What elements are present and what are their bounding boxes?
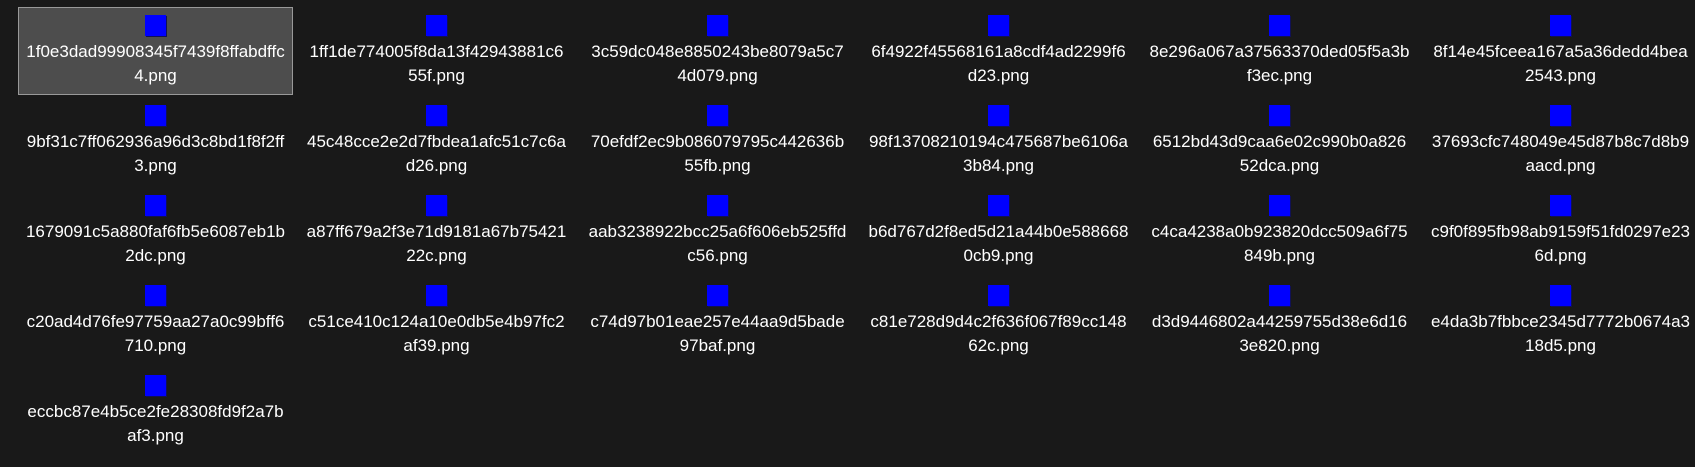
file-name: c20ad4d76fe97759aa27a0c99bff6710.png [26, 312, 285, 355]
file-name: 1679091c5a880faf6fb5e6087eb1b2dc.png [25, 222, 286, 265]
image-thumbnail-icon [145, 105, 166, 126]
image-thumbnail-icon [988, 195, 1009, 216]
file-name: c51ce410c124a10e0db5e4b97fc2af39.png [308, 312, 565, 355]
file-item[interactable]: 1679091c5a880faf6fb5e6087eb1b2dc.png [18, 187, 293, 275]
image-thumbnail-icon [707, 195, 728, 216]
file-item[interactable]: 6512bd43d9caa6e02c990b0a82652dca.png [1142, 97, 1417, 185]
image-thumbnail-icon [988, 15, 1009, 36]
file-item[interactable]: c4ca4238a0b923820dcc509a6f75849b.png [1142, 187, 1417, 275]
file-name: a87ff679a2f3e71d9181a67b7542122c.png [306, 222, 567, 265]
file-name: 6512bd43d9caa6e02c990b0a82652dca.png [1152, 132, 1407, 175]
file-name: 9bf31c7ff062936a96d3c8bd1f8f2ff3.png [26, 132, 285, 175]
file-name: c81e728d9d4c2f636f067f89cc14862c.png [870, 312, 1127, 355]
file-name: 1ff1de774005f8da13f42943881c655f.png [309, 42, 564, 85]
image-thumbnail-icon [426, 15, 447, 36]
file-name: 8e296a067a37563370ded05f5a3bf3ec.png [1149, 42, 1410, 85]
file-item[interactable]: a87ff679a2f3e71d9181a67b7542122c.png [299, 187, 574, 275]
image-thumbnail-icon [1269, 195, 1290, 216]
file-item[interactable]: 98f13708210194c475687be6106a3b84.png [861, 97, 1136, 185]
file-item[interactable]: 70efdf2ec9b086079795c442636b55fb.png [580, 97, 855, 185]
image-thumbnail-icon [426, 105, 447, 126]
file-item[interactable]: 37693cfc748049e45d87b8c7d8b9aacd.png [1423, 97, 1695, 185]
file-item[interactable]: c20ad4d76fe97759aa27a0c99bff6710.png [18, 277, 293, 365]
image-thumbnail-icon [145, 285, 166, 306]
file-name: b6d767d2f8ed5d21a44b0e5886680cb9.png [868, 222, 1129, 265]
file-item[interactable]: 45c48cce2e2d7fbdea1afc51c7c6ad26.png [299, 97, 574, 185]
file-item[interactable]: 9bf31c7ff062936a96d3c8bd1f8f2ff3.png [18, 97, 293, 185]
image-thumbnail-icon [1550, 105, 1571, 126]
image-thumbnail-icon [426, 195, 447, 216]
file-name: 37693cfc748049e45d87b8c7d8b9aacd.png [1431, 132, 1690, 175]
image-thumbnail-icon [707, 105, 728, 126]
file-name: c9f0f895fb98ab9159f51fd0297e236d.png [1430, 222, 1691, 265]
file-item[interactable]: c9f0f895fb98ab9159f51fd0297e236d.png [1423, 187, 1695, 275]
file-name: 3c59dc048e8850243be8079a5c74d079.png [591, 42, 844, 85]
file-item[interactable]: e4da3b7fbbce2345d7772b0674a318d5.png [1423, 277, 1695, 365]
file-name: d3d9446802a44259755d38e6d163e820.png [1151, 312, 1408, 355]
image-thumbnail-icon [707, 285, 728, 306]
file-item[interactable]: c51ce410c124a10e0db5e4b97fc2af39.png [299, 277, 574, 365]
image-thumbnail-icon [145, 375, 166, 396]
file-item[interactable]: d3d9446802a44259755d38e6d163e820.png [1142, 277, 1417, 365]
file-name: eccbc87e4b5ce2fe28308fd9f2a7baf3.png [27, 402, 284, 445]
image-thumbnail-icon [426, 285, 447, 306]
file-item[interactable]: b6d767d2f8ed5d21a44b0e5886680cb9.png [861, 187, 1136, 275]
file-name: e4da3b7fbbce2345d7772b0674a318d5.png [1430, 312, 1691, 355]
file-name: 70efdf2ec9b086079795c442636b55fb.png [590, 132, 845, 175]
image-thumbnail-icon [1550, 285, 1571, 306]
image-thumbnail-icon [707, 15, 728, 36]
file-name: c74d97b01eae257e44aa9d5bade97baf.png [590, 312, 845, 355]
image-thumbnail-icon [988, 285, 1009, 306]
file-name: 6f4922f45568161a8cdf4ad2299f6d23.png [871, 42, 1126, 85]
file-name: c4ca4238a0b923820dcc509a6f75849b.png [1151, 222, 1408, 265]
image-thumbnail-icon [1269, 285, 1290, 306]
file-name: 98f13708210194c475687be6106a3b84.png [868, 132, 1129, 175]
file-name: 1f0e3dad99908345f7439f8ffabdffc4.png [26, 42, 285, 85]
file-item[interactable]: 1f0e3dad99908345f7439f8ffabdffc4.png [18, 7, 293, 95]
image-thumbnail-icon [988, 105, 1009, 126]
file-item[interactable]: 6f4922f45568161a8cdf4ad2299f6d23.png [861, 7, 1136, 95]
image-thumbnail-icon [1269, 105, 1290, 126]
file-name: 45c48cce2e2d7fbdea1afc51c7c6ad26.png [307, 132, 566, 175]
file-item[interactable]: 8e296a067a37563370ded05f5a3bf3ec.png [1142, 7, 1417, 95]
image-thumbnail-icon [1269, 15, 1290, 36]
file-item[interactable]: aab3238922bcc25a6f606eb525ffdc56.png [580, 187, 855, 275]
file-item[interactable]: 1ff1de774005f8da13f42943881c655f.png [299, 7, 574, 95]
image-thumbnail-icon [145, 195, 166, 216]
file-item[interactable]: eccbc87e4b5ce2fe28308fd9f2a7baf3.png [18, 367, 293, 455]
file-item[interactable]: 3c59dc048e8850243be8079a5c74d079.png [580, 7, 855, 95]
image-thumbnail-icon [1550, 15, 1571, 36]
file-grid: 1f0e3dad99908345f7439f8ffabdffc4.png 1ff… [0, 0, 1695, 467]
file-item[interactable]: c81e728d9d4c2f636f067f89cc14862c.png [861, 277, 1136, 365]
file-name: 8f14e45fceea167a5a36dedd4bea2543.png [1433, 42, 1688, 85]
file-name: aab3238922bcc25a6f606eb525ffdc56.png [588, 222, 847, 265]
file-item[interactable]: 8f14e45fceea167a5a36dedd4bea2543.png [1423, 7, 1695, 95]
file-item[interactable]: c74d97b01eae257e44aa9d5bade97baf.png [580, 277, 855, 365]
image-thumbnail-icon [1550, 195, 1571, 216]
image-thumbnail-icon [145, 15, 166, 36]
